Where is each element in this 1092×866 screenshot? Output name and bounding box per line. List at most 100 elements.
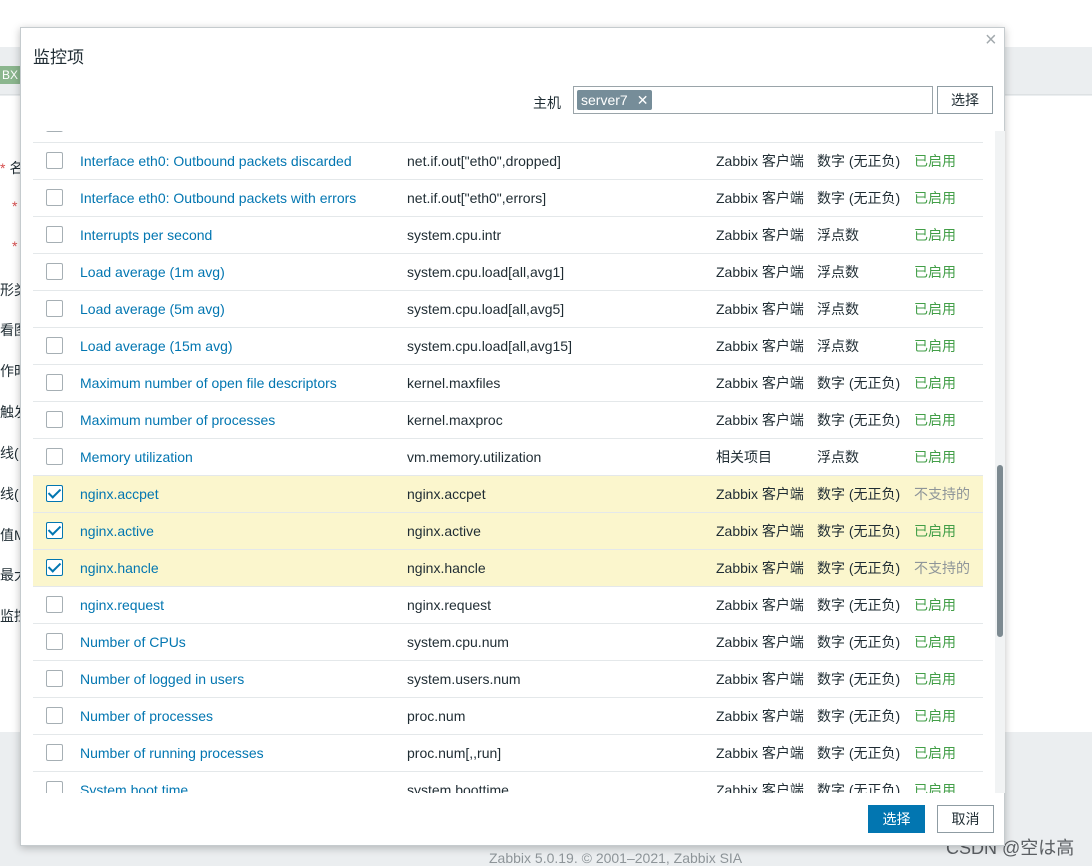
- remove-icon[interactable]: ✕: [637, 92, 649, 109]
- item-name-link[interactable]: nginx.request: [80, 597, 164, 613]
- item-checkbox[interactable]: [46, 263, 63, 280]
- item-key: vm.memory.utilization: [407, 449, 541, 465]
- submit-button[interactable]: 选择: [868, 805, 925, 833]
- item-checkbox[interactable]: [46, 744, 63, 761]
- item-name-link[interactable]: Maximum number of open file descriptors: [80, 375, 337, 391]
- item-row[interactable]: Memory utilizationvm.memory.utilization相…: [33, 438, 983, 475]
- item-row[interactable]: Interface eth0: Outbound packets discard…: [33, 142, 983, 179]
- item-checkbox[interactable]: [46, 596, 63, 613]
- host-tag-label: server7: [581, 92, 628, 108]
- scroll-thumb[interactable]: [997, 465, 1003, 637]
- item-checkbox[interactable]: [46, 522, 63, 539]
- background-label: *: [12, 198, 17, 214]
- item-row[interactable]: Interface eth0: Outbound packetsnet.if.o…: [33, 131, 983, 142]
- item-name-link[interactable]: nginx.hancle: [80, 560, 159, 576]
- item-checkbox[interactable]: [46, 559, 63, 576]
- item-row[interactable]: nginx.accpetnginx.accpetZabbix 客户端数字 (无正…: [33, 475, 983, 512]
- item-row[interactable]: Load average (15m avg)system.cpu.load[al…: [33, 327, 983, 364]
- item-status-cell: 已启用: [914, 623, 983, 660]
- host-multiselect[interactable]: server7 ✕: [573, 86, 933, 114]
- item-type: Zabbix 客户端: [716, 190, 804, 206]
- item-checkbox[interactable]: [46, 633, 63, 650]
- item-value-type: 数字 (无正负): [817, 634, 900, 650]
- item-checkbox[interactable]: [46, 152, 63, 169]
- item-value-type-cell: 数字 (无正负): [817, 734, 914, 771]
- item-row[interactable]: nginx.requestnginx.requestZabbix 客户端数字 (…: [33, 586, 983, 623]
- item-row[interactable]: Number of processesproc.numZabbix 客户端数字 …: [33, 697, 983, 734]
- item-value-type-cell: 数字 (无正负): [817, 660, 914, 697]
- item-name-link[interactable]: Number of CPUs: [80, 634, 186, 650]
- item-row[interactable]: nginx.hanclenginx.hancleZabbix 客户端数字 (无正…: [33, 549, 983, 586]
- item-key: kernel.maxfiles: [407, 375, 500, 391]
- item-checkbox[interactable]: [46, 337, 63, 354]
- item-name-link[interactable]: Interface eth0: Outbound packets with er…: [80, 190, 356, 206]
- item-type-cell: Zabbix 客户端: [716, 364, 817, 401]
- item-name-link[interactable]: Interface eth0: Outbound packets discard…: [80, 153, 352, 169]
- item-type: Zabbix 客户端: [716, 375, 804, 391]
- item-row[interactable]: Load average (5m avg) system.cpu.load[all…: [33, 290, 983, 327]
- item-name-link[interactable]: nginx.active: [80, 523, 154, 539]
- item-type: Zabbix 客户端: [716, 153, 804, 169]
- items-list[interactable]: Interface eth0: Outbound packetsnet.if.o…: [33, 131, 983, 793]
- item-row[interactable]: Maximum number of processeskernel.maxpro…: [33, 401, 983, 438]
- cancel-button[interactable]: 取消: [937, 805, 994, 833]
- item-type: Zabbix 客户端: [716, 523, 804, 539]
- item-checkbox[interactable]: [46, 300, 63, 317]
- item-checkbox[interactable]: [46, 670, 63, 687]
- item-value-type-cell: 数字 (无正负): [817, 401, 914, 438]
- item-name-link[interactable]: Interrupts per second: [80, 227, 212, 243]
- item-row[interactable]: Interrupts per secondsystem.cpu.intrZabb…: [33, 216, 983, 253]
- item-status: 已启用: [914, 671, 956, 687]
- item-name-link[interactable]: nginx.accpet: [80, 486, 159, 502]
- item-status-cell: 已启用: [914, 216, 983, 253]
- item-checkbox[interactable]: [46, 226, 63, 243]
- checkbox-cell: [33, 697, 80, 734]
- item-name-link[interactable]: Number of processes: [80, 708, 213, 724]
- item-row[interactable]: Number of running processesproc.num[,,ru…: [33, 734, 983, 771]
- item-status: 已启用: [914, 190, 956, 206]
- item-row[interactable]: System boot timesystem.boottimeZabbix 客户…: [33, 771, 983, 793]
- item-checkbox[interactable]: [46, 189, 63, 206]
- item-name-link[interactable]: Load average (15m avg): [80, 338, 233, 354]
- item-checkbox[interactable]: [46, 131, 63, 132]
- checkbox-cell: [33, 549, 80, 586]
- close-icon[interactable]: ×: [985, 30, 997, 50]
- item-row[interactable]: Number of logged in userssystem.users.nu…: [33, 660, 983, 697]
- item-value-type: 数字 (无正负): [817, 486, 900, 502]
- item-name-link[interactable]: Load average (1m avg): [80, 264, 225, 280]
- item-value-type-cell: 浮点数: [817, 253, 914, 290]
- item-name-link[interactable]: Maximum number of processes: [80, 412, 275, 428]
- host-select-button[interactable]: 选择: [937, 86, 993, 114]
- items-table: Interface eth0: Outbound packetsnet.if.o…: [33, 131, 983, 793]
- scrollbar[interactable]: [995, 131, 1005, 793]
- item-checkbox[interactable]: [46, 781, 63, 793]
- item-name-link[interactable]: Memory utilization: [80, 449, 193, 465]
- background-label: *: [12, 238, 17, 254]
- checkbox-cell: [33, 253, 80, 290]
- item-type-cell: Zabbix 客户端: [716, 131, 817, 142]
- item-name-link[interactable]: Number of logged in users: [80, 671, 244, 687]
- item-checkbox[interactable]: [46, 485, 63, 502]
- item-type-cell: Zabbix 客户端: [716, 771, 817, 793]
- item-checkbox[interactable]: [46, 411, 63, 428]
- item-row[interactable]: Load average (1m avg) system.cpu.load[all…: [33, 253, 983, 290]
- item-row[interactable]: Maximum number of open file descriptors k…: [33, 364, 983, 401]
- item-checkbox[interactable]: [46, 448, 63, 465]
- item-checkbox[interactable]: [46, 707, 63, 724]
- host-tag: server7 ✕: [577, 90, 652, 110]
- item-row[interactable]: nginx.activenginx.activeZabbix 客户端数字 (无正…: [33, 512, 983, 549]
- item-status-cell: 不支持的: [914, 475, 983, 512]
- item-status-cell: 不支持的: [914, 549, 983, 586]
- item-key-cell: system.cpu.load[all,avg5]: [407, 290, 716, 327]
- item-row[interactable]: Interface eth0: Outbound packets with er…: [33, 179, 983, 216]
- item-name-link[interactable]: System boot time: [80, 782, 188, 794]
- background-label: 线(: [0, 443, 19, 463]
- item-key: system.cpu.load[all,avg1]: [407, 264, 564, 280]
- checkbox-cell: [33, 131, 80, 142]
- item-checkbox[interactable]: [46, 374, 63, 391]
- item-name-link[interactable]: Load average (5m avg): [80, 301, 225, 317]
- item-type: Zabbix 客户端: [716, 671, 804, 687]
- item-name-link[interactable]: Number of running processes: [80, 745, 264, 761]
- item-row[interactable]: Number of CPUssystem.cpu.numZabbix 客户端数字…: [33, 623, 983, 660]
- item-status-cell: 已启用: [914, 364, 983, 401]
